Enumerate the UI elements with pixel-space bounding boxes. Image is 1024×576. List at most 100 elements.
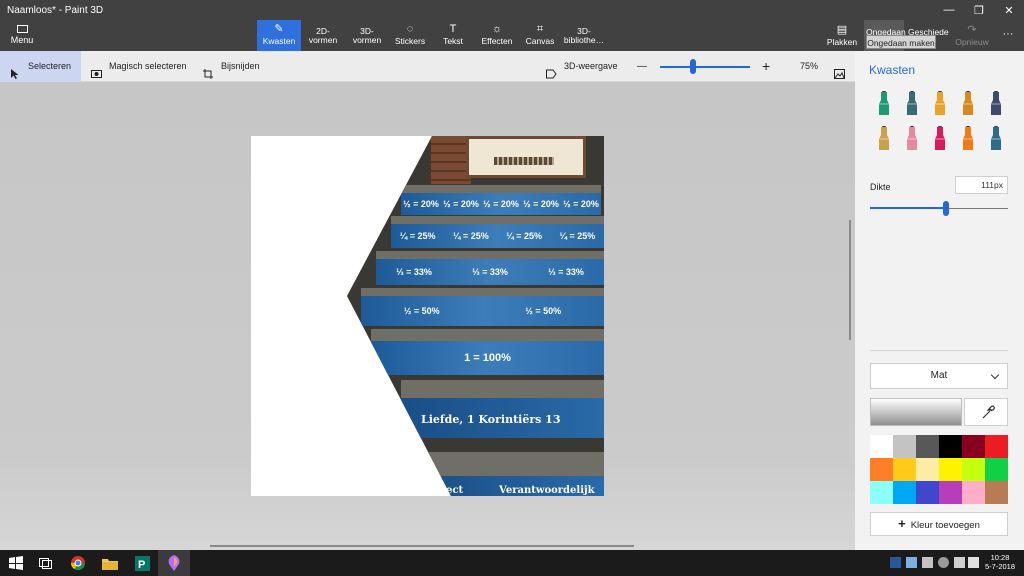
color-swatch[interactable] — [962, 481, 985, 504]
menu-button[interactable]: Menu — [4, 22, 40, 50]
paste-button[interactable]: ▤ Plakken — [826, 20, 858, 51]
paste-icon: ▤ — [836, 24, 848, 36]
riser-label: ½ = 20% — [523, 199, 559, 209]
color-swatch[interactable] — [893, 435, 916, 458]
undo-tooltip: Ongedaan maken — [866, 35, 936, 49]
color-swatch[interactable] — [870, 435, 893, 458]
color-swatch[interactable] — [870, 481, 893, 504]
chevron-down-icon — [990, 370, 1000, 380]
color-swatch[interactable] — [985, 435, 1008, 458]
publisher-button[interactable]: P — [126, 550, 158, 576]
word-tray-icon[interactable] — [890, 557, 901, 568]
spraycan-icon[interactable] — [959, 126, 977, 152]
view-3d-icon — [546, 61, 557, 79]
effects-icon: ☼ — [491, 23, 503, 35]
file-explorer-button[interactable] — [94, 550, 126, 576]
current-color-preview[interactable] — [870, 398, 962, 426]
paint-3d-button[interactable] — [158, 550, 190, 576]
fill-bucket-icon[interactable] — [987, 126, 1005, 152]
magic-select-button[interactable]: Magisch selecteren — [91, 51, 187, 82]
color-swatch[interactable] — [916, 458, 939, 481]
chrome-icon — [70, 556, 86, 571]
tool-brushes[interactable]: ✎ Kwasten — [257, 20, 301, 51]
drawing-canvas[interactable]: ½ = 20% ½ = 20% ½ = 20% ½ = 20% ½ = 20% ¼ = … — [251, 136, 604, 496]
text-icon: T — [449, 23, 457, 35]
riser-label: ¼ = 25% — [559, 231, 596, 241]
watercolor-icon[interactable] — [959, 91, 977, 117]
network-tray-icon[interactable] — [922, 557, 933, 568]
calligraphy-pen-icon[interactable] — [903, 91, 921, 117]
color-swatch[interactable] — [916, 481, 939, 504]
oil-brush-icon[interactable] — [931, 91, 949, 117]
color-swatch[interactable] — [962, 435, 985, 458]
svg-text:P: P — [138, 559, 145, 571]
riser-label: ⅓ = 33% — [396, 267, 432, 277]
crayon-icon[interactable] — [931, 126, 949, 152]
zoom-slider-thumb[interactable] — [690, 59, 696, 74]
thickness-input[interactable]: 111px — [955, 176, 1008, 194]
riser-label: 1 = 100% — [464, 352, 511, 364]
zoom-out-button[interactable]: — — [637, 51, 647, 82]
publisher-icon: P — [134, 555, 150, 571]
zoom-level: 75% — [800, 61, 819, 71]
stickers-icon: ◌ — [406, 23, 414, 35]
system-clock[interactable]: 10:28 5-7-2018 — [980, 553, 1020, 571]
task-view-button[interactable] — [30, 550, 62, 576]
brick-wall — [431, 136, 471, 184]
onedrive-tray-icon[interactable] — [938, 557, 949, 568]
tool-2d-shapes[interactable]: 2D- vormen — [301, 20, 345, 51]
windows-icon — [9, 556, 23, 570]
finish-dropdown[interactable]: Mat — [870, 363, 1008, 389]
tool-3d-library[interactable]: 3D- bibliothe… — [560, 20, 608, 51]
window-title: Naamloos* - Paint 3D — [7, 5, 104, 16]
magic-select-icon — [91, 61, 102, 78]
zoom-slider-track[interactable] — [660, 66, 750, 68]
horizontal-scrollbar[interactable] — [210, 545, 634, 547]
eyedropper-button[interactable] — [964, 398, 1008, 426]
color-swatch[interactable] — [870, 458, 893, 481]
color-swatch[interactable] — [939, 481, 962, 504]
tool-text[interactable]: T Tekst — [431, 20, 475, 51]
color-swatch[interactable] — [939, 435, 962, 458]
add-color-button[interactable]: + Kleur toevoegen — [870, 512, 1008, 536]
stair-step: ½ = 50% ½ = 50% — [361, 288, 604, 326]
vertical-scrollbar[interactable] — [849, 220, 851, 340]
tool-canvas[interactable]: ⌗ Canvas — [518, 20, 562, 51]
color-swatch[interactable] — [916, 435, 939, 458]
maximize-button[interactable]: ❐ — [964, 0, 994, 20]
chrome-button[interactable] — [62, 550, 94, 576]
tool-stickers[interactable]: ◌ Stickers — [388, 20, 432, 51]
select-button[interactable]: Selecteren — [0, 51, 81, 82]
color-swatch[interactable] — [985, 481, 1008, 504]
zoom-in-button[interactable]: + — [762, 51, 770, 82]
thickness-slider-thumb[interactable] — [943, 201, 949, 216]
pixel-pen-icon[interactable] — [987, 91, 1005, 117]
color-swatch[interactable] — [939, 458, 962, 481]
staircase-photo: ½ = 20% ½ = 20% ½ = 20% ½ = 20% ½ = 20% ¼ = … — [347, 136, 604, 496]
color-swatch[interactable] — [893, 458, 916, 481]
tool-3d-shapes[interactable]: 3D- vormen — [345, 20, 389, 51]
crop-button[interactable]: Bijsnijden — [203, 51, 260, 82]
eraser-icon[interactable] — [903, 126, 921, 152]
image-view-button[interactable] — [834, 51, 852, 82]
start-button[interactable] — [0, 550, 32, 576]
tool-effects[interactable]: ☼ Effecten — [475, 20, 519, 51]
riser-label: ¼ = 25% — [399, 231, 436, 241]
pencil-icon[interactable] — [875, 126, 893, 152]
brushes-panel: Kwasten Dikte 111px Mat + Kleur toevoegen — [855, 51, 1024, 550]
color-swatch[interactable] — [893, 481, 916, 504]
riser-label: ½ = 50% — [525, 306, 562, 316]
bottom-right-text: Verantwoordelijk — [499, 485, 595, 496]
more-options-button[interactable]: ··· — [996, 20, 1020, 51]
close-button[interactable]: ✕ — [994, 0, 1024, 20]
riser-label: ½ = 20% — [403, 199, 439, 209]
redo-button[interactable]: ↷ Opnieuw — [952, 20, 992, 51]
color-swatch[interactable] — [962, 458, 985, 481]
tray-app-icon[interactable] — [906, 557, 917, 568]
minimize-button[interactable]: — — [934, 0, 964, 20]
color-swatch[interactable] — [985, 458, 1008, 481]
wifi-icon[interactable] — [968, 557, 979, 568]
speaker-icon[interactable] — [954, 557, 965, 568]
marker-icon[interactable] — [875, 91, 893, 117]
view-3d-button[interactable]: 3D-weergave — [546, 51, 618, 82]
